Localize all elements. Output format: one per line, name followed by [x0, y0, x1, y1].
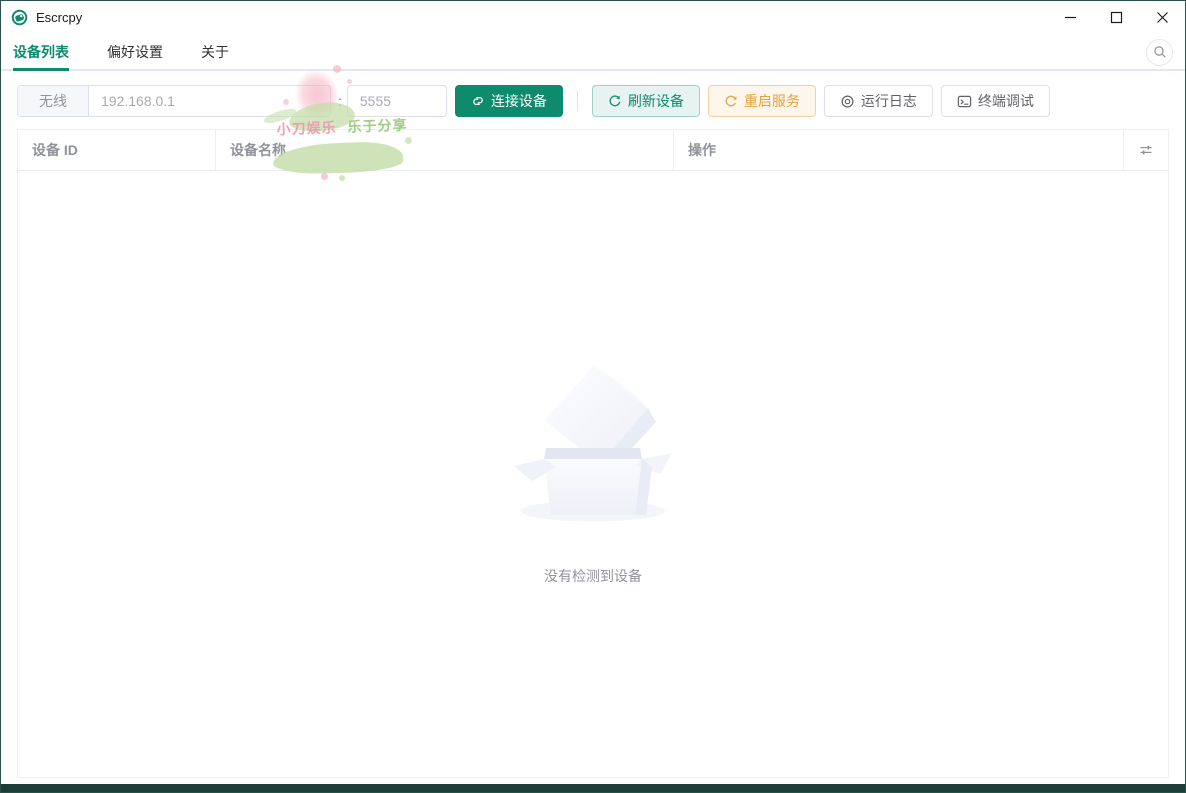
tab-bar: 设备列表 偏好设置 关于: [1, 33, 1185, 71]
empty-state-message: 没有检测到设备: [544, 568, 642, 584]
run-logs-label: 运行日志: [860, 93, 917, 109]
tab-device-list-label: 设备列表: [13, 44, 69, 60]
search-button[interactable]: [1146, 38, 1173, 66]
app-logo-icon: [11, 9, 28, 25]
escrcpy-window: Escrcpy 设备列表 偏好设置 关于 无线 192.168.0.1: 55…: [0, 0, 1186, 793]
ip-address-input[interactable]: [89, 86, 330, 116]
empty-state: 没有检测到设备: [508, 362, 678, 586]
app-title: Escrcpy: [36, 9, 83, 25]
wireless-address-group: 无线: [17, 85, 331, 117]
toolbar-divider: [576, 91, 578, 111]
window-frame-bottom: [1, 784, 1185, 792]
maximize-button[interactable]: [1093, 1, 1139, 33]
tab-preferences[interactable]: 偏好设置: [107, 33, 163, 71]
close-icon: [1156, 11, 1168, 23]
connect-device-label: 连接设备: [490, 93, 547, 109]
tab-about[interactable]: 关于: [201, 33, 229, 71]
column-settings-icon: [1140, 145, 1152, 155]
window-controls: [1047, 1, 1185, 33]
refresh-devices-button[interactable]: 刷新设备: [591, 85, 700, 117]
terminal-icon: [957, 95, 972, 107]
refresh-devices-label: 刷新设备: [627, 93, 684, 109]
column-header-device-name: 设备名称: [216, 130, 674, 170]
restart-service-button[interactable]: 重启服务: [707, 85, 816, 117]
minimize-button[interactable]: [1047, 1, 1093, 33]
terminal-debug-label: 终端调试: [977, 93, 1034, 109]
tab-preferences-label: 偏好设置: [107, 44, 163, 60]
device-table-body: 没有检测到设备: [18, 171, 1168, 777]
tab-about-label: 关于: [201, 44, 229, 60]
view-logs-icon: [841, 94, 854, 108]
device-table: 设备 ID 设备名称 操作 没有检测到设备: [17, 129, 1169, 778]
empty-box-illustration: [514, 366, 672, 522]
address-port-separator: :: [338, 93, 342, 109]
run-logs-button[interactable]: 运行日志: [823, 85, 933, 117]
restart-icon: [725, 95, 737, 107]
link-icon: [473, 96, 483, 106]
column-header-operations: 操作: [674, 130, 1124, 170]
connection-toolbar: 无线 : 连接设备 刷新设备 重启服务: [1, 71, 1185, 117]
port-input[interactable]: [346, 85, 447, 117]
tab-device-list[interactable]: 设备列表: [13, 33, 69, 71]
terminal-debug-button[interactable]: 终端调试: [940, 85, 1050, 117]
device-table-header: 设备 ID 设备名称 操作: [18, 130, 1168, 171]
search-icon: [1153, 46, 1166, 58]
maximize-icon: [1110, 11, 1122, 23]
close-button[interactable]: [1139, 1, 1185, 33]
connect-device-button[interactable]: 连接设备: [454, 85, 563, 117]
connection-mode-select[interactable]: 无线: [18, 86, 89, 116]
restart-service-label: 重启服务: [743, 93, 800, 109]
column-settings-button[interactable]: [1124, 130, 1168, 170]
refresh-icon: [609, 95, 621, 107]
column-header-device-id: 设备 ID: [18, 130, 216, 170]
titlebar: Escrcpy: [1, 1, 1185, 33]
minimize-icon: [1064, 16, 1076, 18]
